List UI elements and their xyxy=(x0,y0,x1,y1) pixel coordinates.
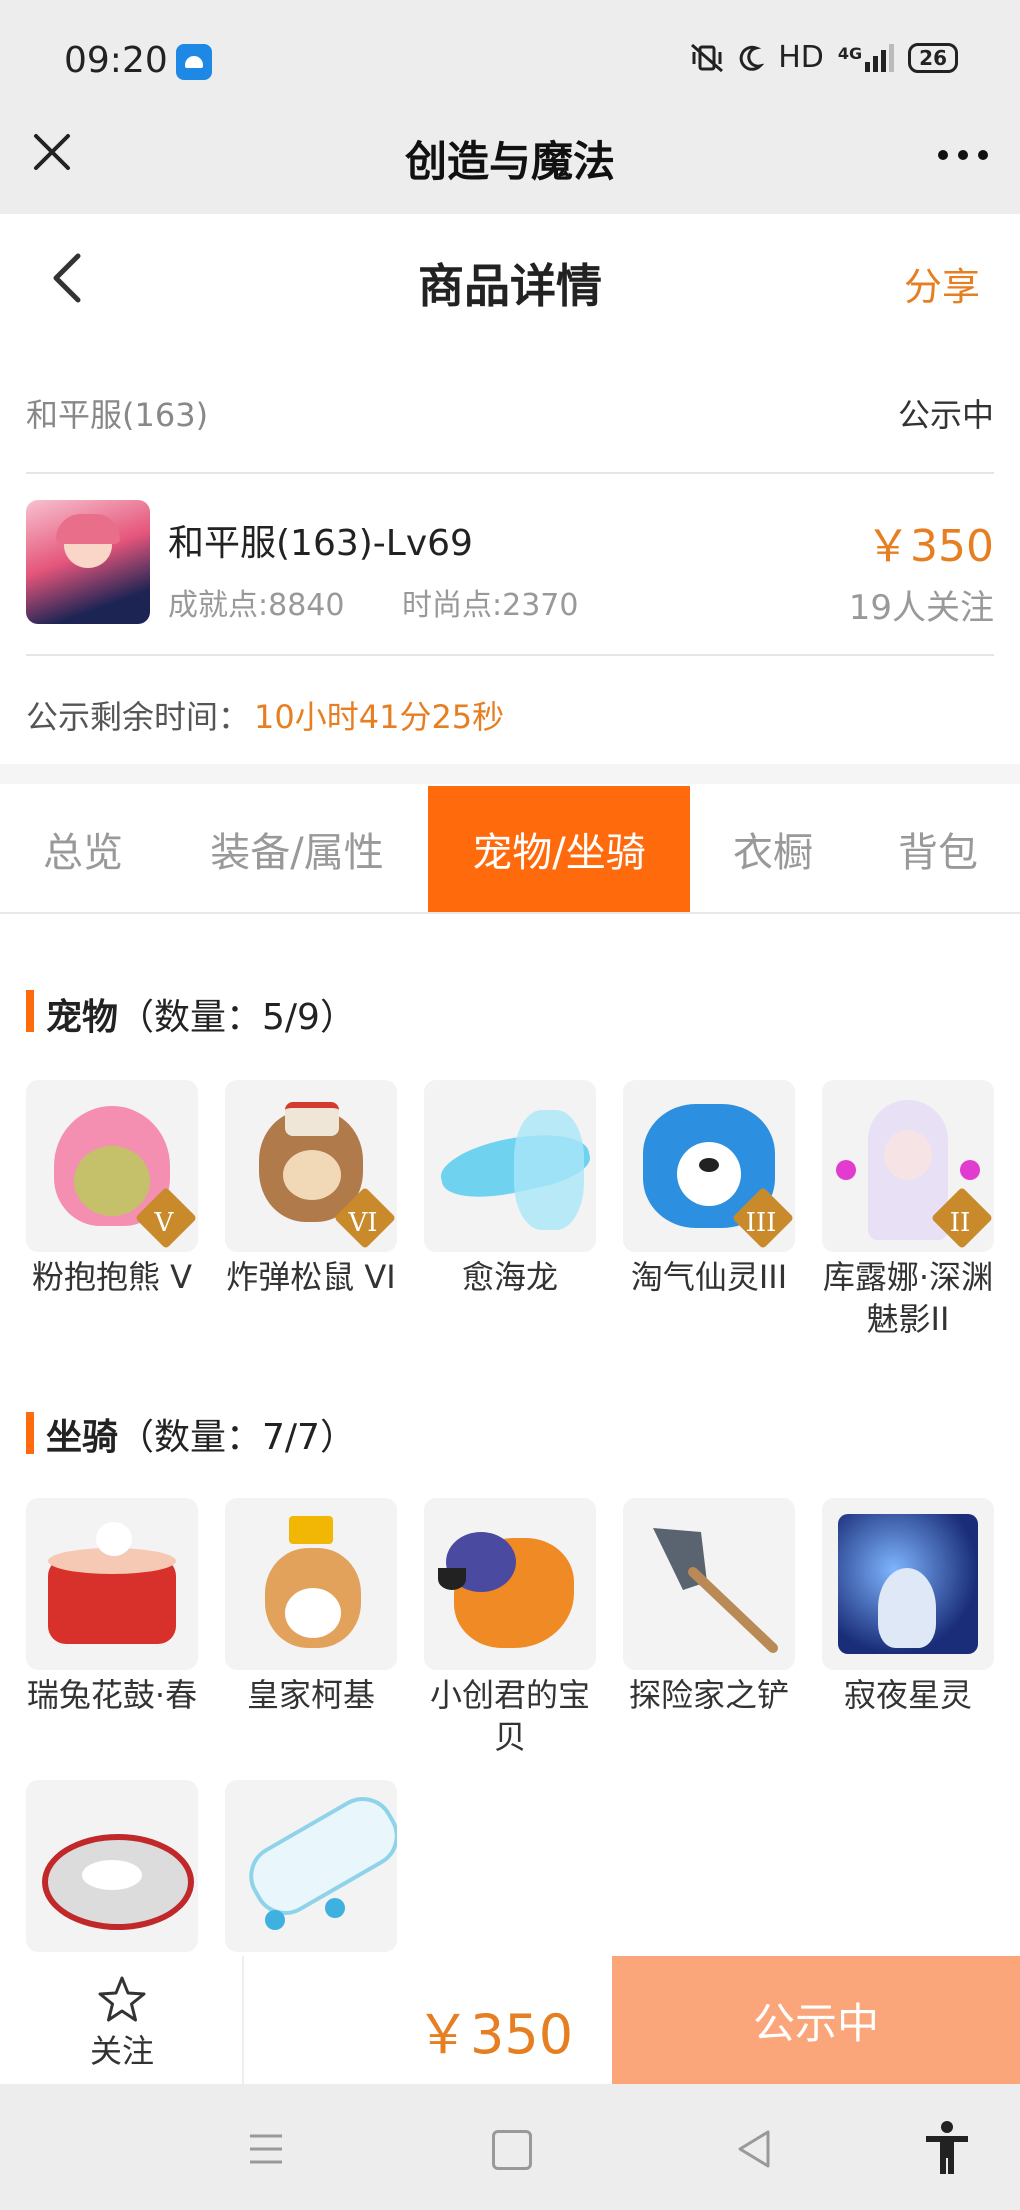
vibrate-icon xyxy=(691,43,724,72)
mount-card[interactable] xyxy=(225,1780,397,1956)
product-name: 和平服(163)-Lv69 xyxy=(168,523,473,564)
pet-card[interactable]: 愈海龙 xyxy=(424,1080,596,1298)
bottom-price: ￥350 xyxy=(416,2003,574,2066)
product-price: ￥350 xyxy=(866,521,994,572)
accessibility-icon[interactable] xyxy=(922,2120,972,2176)
pet-name: 愈海龙 xyxy=(461,1258,558,1296)
battery-icon: 26 xyxy=(908,42,958,73)
mount-name: 探险家之铲 xyxy=(628,1676,789,1714)
pet-name: 淘气仙灵III xyxy=(630,1258,788,1296)
pet-card[interactable]: II 库露娜·深渊魅影II xyxy=(822,1080,994,1340)
moon-icon xyxy=(739,45,765,71)
remaining-time-label: 公示剩余时间： xyxy=(26,698,251,736)
sea-dragon-icon xyxy=(424,1080,596,1252)
divider xyxy=(26,654,994,656)
tab-wardrobe[interactable]: 衣橱 xyxy=(690,786,856,912)
publicity-button[interactable]: 公示中 xyxy=(612,1956,1020,2084)
follow-button[interactable]: 关注 xyxy=(70,2026,174,2072)
divider xyxy=(26,472,994,474)
pet-name: 粉抱抱熊 V xyxy=(31,1258,193,1296)
listing-status: 公示中 xyxy=(897,396,994,434)
shovel-icon xyxy=(623,1498,795,1670)
mounts-section-title: 坐骑（数量：7/7） xyxy=(46,1417,356,1458)
royal-corgi-icon xyxy=(225,1498,397,1670)
section-separator xyxy=(0,764,1020,784)
silver-mask-icon xyxy=(26,1780,198,1952)
mount-name: 皇家柯基 xyxy=(246,1676,375,1714)
tab-pets-mounts[interactable]: 宠物/坐骑 xyxy=(428,786,690,912)
mount-card[interactable]: 瑞兔花鼓·春 xyxy=(26,1498,198,1716)
mount-name: 寂夜星灵 xyxy=(843,1676,972,1714)
share-button[interactable]: 分享 xyxy=(904,256,980,311)
night-spirit-icon xyxy=(822,1498,994,1670)
tab-backpack[interactable]: 背包 xyxy=(856,786,1020,912)
remaining-time-value: 10小时41分25秒 xyxy=(254,698,505,736)
fashion-points: 时尚点:2370 xyxy=(402,588,579,623)
pink-bear-icon: V xyxy=(26,1080,198,1252)
abyss-phantom-icon: II xyxy=(822,1080,994,1252)
signal-icon: 4G xyxy=(837,43,895,72)
pet-card[interactable]: VI 炸弹松鼠 VI xyxy=(225,1080,397,1298)
more-icon[interactable] xyxy=(938,150,988,160)
pet-card[interactable]: V 粉抱抱熊 V xyxy=(26,1080,198,1298)
achievement-points: 成就点:8840 xyxy=(168,588,345,623)
section-accent-bar xyxy=(26,1412,34,1454)
android-icon xyxy=(176,44,212,80)
app-title: 创造与魔法 xyxy=(404,137,615,186)
mount-card[interactable]: 小创君的宝贝 xyxy=(424,1498,596,1758)
character-avatar xyxy=(26,500,150,624)
bomb-squirrel-icon: VI xyxy=(225,1080,397,1252)
server-name: 和平服(163) xyxy=(26,396,209,434)
page-title: 商品详情 xyxy=(418,259,602,313)
menu-icon[interactable] xyxy=(248,2132,284,2166)
mount-card[interactable]: 寂夜星灵 xyxy=(822,1498,994,1716)
tab-overview[interactable]: 总览 xyxy=(0,786,166,912)
home-icon[interactable] xyxy=(492,2130,532,2170)
star-icon[interactable] xyxy=(96,1974,148,2026)
mount-card[interactable]: 探险家之铲 xyxy=(623,1498,795,1716)
pet-name: 库露娜·深渊魅影II xyxy=(822,1258,994,1338)
blue-puppy-icon: III xyxy=(623,1080,795,1252)
network-label: HD xyxy=(778,40,824,75)
tab-equipment[interactable]: 装备/属性 xyxy=(166,786,428,912)
mount-card[interactable]: 皇家柯基 xyxy=(225,1498,397,1716)
status-indicators: HD 4G 26 xyxy=(690,40,958,75)
nav-back-icon[interactable] xyxy=(734,2128,774,2170)
tab-divider xyxy=(0,912,1020,914)
rabbit-drum-icon xyxy=(26,1498,198,1670)
mount-name: 瑞兔花鼓·春 xyxy=(26,1676,198,1714)
status-time: 09:20 xyxy=(64,40,168,81)
pets-section-title: 宠物（数量：5/9） xyxy=(46,997,356,1038)
pet-name: 炸弹松鼠 VI xyxy=(226,1258,396,1296)
skateboard-icon xyxy=(225,1780,397,1952)
follower-count: 19人关注 xyxy=(848,588,994,628)
divider xyxy=(242,1956,244,2084)
mount-card[interactable] xyxy=(26,1780,198,1956)
pet-card[interactable]: III 淘气仙灵III xyxy=(623,1080,795,1298)
mount-name: 小创君的宝贝 xyxy=(429,1676,590,1756)
section-accent-bar xyxy=(26,990,34,1032)
phoenix-bird-icon xyxy=(424,1498,596,1670)
signal-type: 4G xyxy=(837,43,863,63)
